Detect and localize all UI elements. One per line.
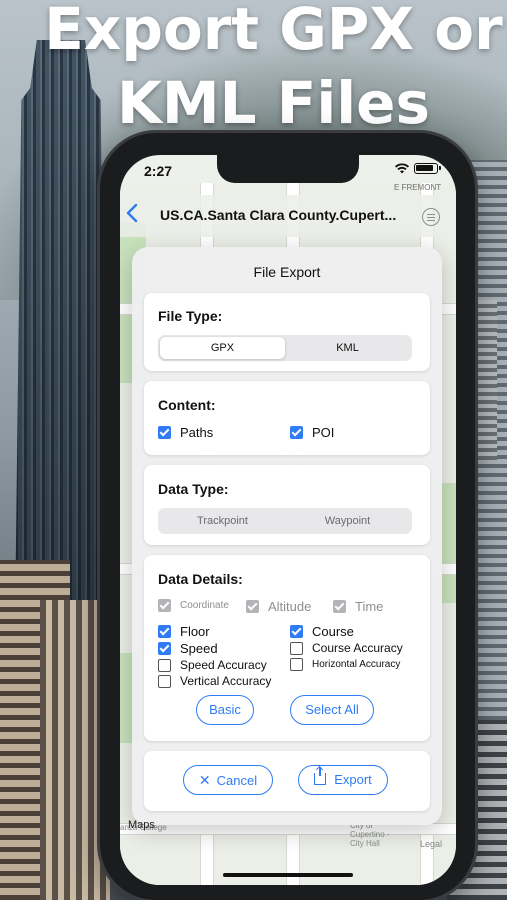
map-label: E FREMONT	[394, 183, 442, 192]
altitude-checkbox: Altitude	[246, 599, 311, 614]
segment-kml[interactable]: KML	[285, 337, 410, 359]
data-details-card: Data Details: Coordinate Altitude Time F…	[144, 555, 430, 741]
chevron-left-icon[interactable]	[126, 203, 140, 225]
home-indicator[interactable]	[223, 873, 353, 877]
paths-checkbox[interactable]: Paths	[158, 425, 213, 440]
checkbox-disabled-icon	[158, 599, 171, 612]
nav-title: US.CA.Santa Clara County.Cupert...	[160, 207, 397, 223]
battery-icon	[414, 163, 441, 174]
coordinate-checkbox: Coordinate	[158, 599, 229, 612]
list-icon-line	[427, 220, 435, 222]
cancel-button[interactable]: ✕ Cancel	[183, 765, 273, 795]
speed-label: Speed	[180, 641, 218, 656]
file-type-segmented-control[interactable]: GPX KML	[158, 335, 412, 361]
wifi-icon	[395, 163, 409, 174]
paths-label: Paths	[180, 425, 214, 440]
floor-label: Floor	[180, 624, 210, 639]
segment-gpx[interactable]: GPX	[160, 337, 285, 359]
share-icon	[314, 767, 327, 785]
time-label: Time	[355, 599, 384, 614]
list-icon[interactable]	[422, 208, 440, 226]
phone-screen: E FREMONT Legal anza College City of Cup…	[120, 155, 456, 885]
checkbox-unchecked-icon	[158, 674, 171, 688]
select-all-button[interactable]: Select All	[290, 695, 374, 725]
checkbox-disabled-icon	[333, 600, 346, 613]
checkbox-checked-icon	[158, 625, 171, 638]
speed-accuracy-label: Speed Accuracy	[180, 658, 267, 672]
checkbox-unchecked-icon	[290, 641, 303, 655]
actions-card: ✕ Cancel Export	[144, 751, 430, 811]
vertical-accuracy-label: Vertical Accuracy	[180, 674, 272, 688]
file-type-card: File Type: GPX KML	[144, 293, 430, 371]
data-type-heading: Data Type:	[158, 481, 229, 497]
map-label: Legal	[420, 839, 443, 849]
speed-accuracy-checkbox[interactable]: Speed Accuracy	[158, 658, 267, 672]
altitude-label: Altitude	[268, 599, 312, 614]
checkbox-unchecked-icon	[158, 658, 171, 672]
status-time: 2:27	[144, 163, 173, 179]
map-label: City of Cupertino - City Hall	[350, 821, 390, 848]
content-card: Content: Paths POI	[144, 381, 430, 455]
checkbox-checked-icon	[158, 426, 171, 439]
segment-waypoint[interactable]: Waypoint	[285, 510, 410, 532]
horizontal-accuracy-label: Horizontal Accuracy	[312, 659, 401, 670]
file-type-heading: File Type:	[158, 308, 223, 324]
notch	[217, 155, 359, 183]
cancel-label: Cancel	[216, 773, 258, 788]
course-label: Course	[312, 624, 354, 639]
course-accuracy-label: Course Accuracy	[312, 641, 403, 655]
time-checkbox: Time	[333, 599, 383, 614]
data-details-heading: Data Details:	[158, 571, 243, 587]
phone-frame: E FREMONT Legal anza College City of Cup…	[100, 133, 475, 900]
data-type-card: Data Type: Trackpoint Waypoint	[144, 465, 430, 545]
maps-logo-text: Maps	[128, 819, 155, 831]
floor-checkbox[interactable]: Floor	[158, 624, 210, 639]
status-icons	[395, 163, 441, 174]
maps-logo: Maps	[128, 819, 155, 831]
map-label-part: City Hall	[350, 839, 380, 848]
vertical-accuracy-checkbox[interactable]: Vertical Accuracy	[158, 674, 271, 688]
coordinate-label: Coordinate	[180, 600, 229, 611]
list-icon-line	[427, 214, 435, 216]
dialog-title: File Export	[253, 264, 321, 280]
headline-line-1: Export GPX or	[44, 0, 503, 63]
export-label: Export	[334, 772, 372, 787]
navigation-bar: US.CA.Santa Clara County.Cupert...	[120, 195, 456, 237]
poi-label: POI	[312, 425, 335, 440]
poi-checkbox[interactable]: POI	[290, 425, 334, 440]
speed-checkbox[interactable]: Speed	[158, 641, 218, 656]
checkbox-checked-icon	[290, 426, 303, 439]
checkbox-disabled-icon	[246, 600, 259, 613]
basic-button[interactable]: Basic	[196, 695, 254, 725]
horizontal-accuracy-checkbox[interactable]: Horizontal Accuracy	[290, 658, 400, 671]
content-heading: Content:	[158, 397, 216, 413]
headline: Export GPX or KML Files	[0, 0, 507, 138]
file-export-dialog: File Export File Type: GPX KML Content: …	[132, 247, 442, 825]
list-icon-line	[427, 217, 435, 219]
course-accuracy-checkbox[interactable]: Course Accuracy	[290, 641, 403, 655]
export-button[interactable]: Export	[298, 765, 388, 795]
course-checkbox[interactable]: Course	[290, 624, 354, 639]
checkbox-unchecked-icon	[290, 658, 303, 671]
data-type-segmented-control[interactable]: Trackpoint Waypoint	[158, 508, 412, 534]
close-icon: ✕	[198, 772, 211, 788]
headline-line-2: KML Files	[116, 69, 431, 137]
checkbox-checked-icon	[290, 625, 303, 638]
segment-trackpoint[interactable]: Trackpoint	[160, 510, 285, 532]
checkbox-checked-icon	[158, 642, 171, 655]
map-label-part: Cupertino -	[350, 830, 390, 839]
